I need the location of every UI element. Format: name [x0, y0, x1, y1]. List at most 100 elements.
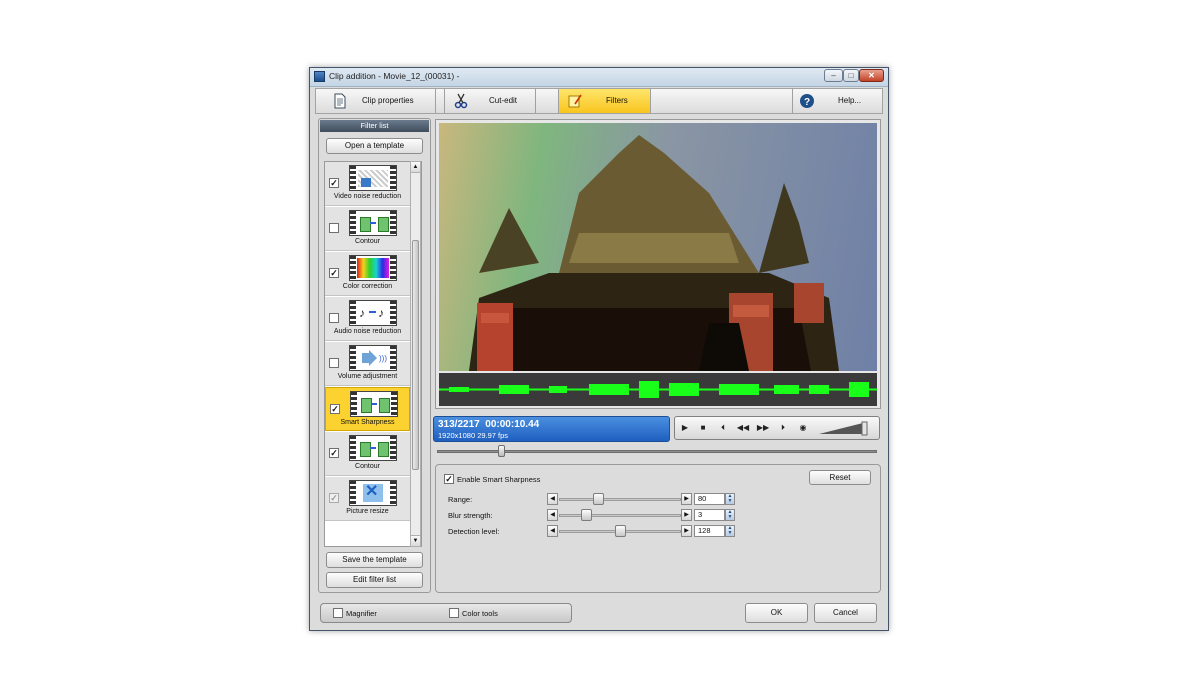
slider-left-icon[interactable]: ◀: [547, 509, 558, 521]
bottom-tools-bar: Magnifier Color tools: [320, 603, 572, 623]
video-frame-image: [469, 135, 839, 371]
filter-label: Contour: [355, 463, 380, 470]
scroll-down-icon[interactable]: ▼: [411, 535, 420, 546]
maximize-button[interactable]: □: [843, 69, 859, 82]
time-counter: 00:00:10.44: [485, 419, 540, 430]
slider-track[interactable]: [559, 498, 681, 501]
video-preview: [435, 119, 881, 409]
color-tools-checkbox[interactable]: [449, 608, 459, 618]
range-value-field[interactable]: 80: [694, 493, 725, 505]
tab-label: Cut-edit: [489, 96, 518, 105]
slider-right-icon[interactable]: ▶: [681, 493, 692, 505]
filter-label: Contour: [355, 238, 380, 245]
slider-right-icon[interactable]: ▶: [681, 509, 692, 521]
filter-list-panel: Filter list Open a template ✓ Video nois…: [318, 118, 431, 593]
volume-slider[interactable]: [817, 421, 877, 436]
tab-label: Filters: [606, 96, 628, 105]
enable-label: Enable Smart Sharpness: [457, 475, 541, 484]
filter-item-smart-sharpness[interactable]: ✓ Smart Sharpness: [325, 387, 410, 431]
cancel-button[interactable]: Cancel: [814, 603, 877, 623]
video-frame[interactable]: [439, 123, 877, 371]
edit-filter-list-button[interactable]: Edit filter list: [326, 572, 423, 588]
document-icon: [334, 93, 346, 109]
reset-button[interactable]: Reset: [809, 470, 871, 485]
prev-frame-icon[interactable]: ⏴: [715, 420, 731, 436]
slider-left-icon[interactable]: ◀: [547, 493, 558, 505]
slider-right-icon[interactable]: ▶: [681, 525, 692, 537]
filter-checkbox[interactable]: [329, 313, 339, 323]
stop-icon[interactable]: ■: [695, 420, 711, 436]
filters-icon: [568, 94, 582, 108]
slider-thumb[interactable]: [593, 493, 605, 505]
close-button[interactable]: ✕: [859, 69, 884, 82]
filter-label: Audio noise reduction: [333, 328, 402, 335]
filter-item-video-noise-reduction[interactable]: ✓ Video noise reduction: [325, 162, 410, 206]
main-tab-bar: Clip properties Cut-edit Filters ? Help.…: [315, 88, 883, 114]
filter-item-contour-2[interactable]: ✓ Contour: [325, 432, 410, 476]
filter-checkbox[interactable]: ✓: [330, 404, 340, 414]
filter-list-title: Filter list: [320, 120, 429, 132]
scroll-up-icon[interactable]: ▲: [411, 162, 420, 173]
blur-strength-value-field[interactable]: 3: [694, 509, 725, 521]
tab-label: Clip properties: [362, 96, 414, 105]
filter-label: Volume adjustment: [337, 373, 398, 380]
color-correction-icon: [349, 255, 397, 281]
scissors-icon: [454, 93, 468, 109]
tab-filters[interactable]: Filters: [558, 89, 651, 113]
param-row-detection-level: Detection level: ◀ ▶ 128 ▲ ▼: [448, 525, 738, 537]
minimize-button[interactable]: –: [824, 69, 843, 82]
audio-icon[interactable]: ◉: [795, 420, 811, 436]
tab-clip-properties[interactable]: Clip properties: [326, 89, 436, 113]
filter-item-picture-resize[interactable]: ✓ ✕ Picture resize: [325, 477, 410, 521]
filter-item-contour[interactable]: Contour: [325, 207, 410, 251]
filter-item-color-correction[interactable]: ✓ Color correction: [325, 252, 410, 296]
audio-waveform: [439, 373, 877, 406]
slider-thumb[interactable]: [614, 525, 626, 537]
title-bar[interactable]: Clip addition - Movie_12_(00031) - – □ ✕: [310, 68, 888, 87]
filter-item-volume-adjustment[interactable]: ))) Volume adjustment: [325, 342, 410, 386]
magnifier-label: Magnifier: [346, 609, 377, 618]
filter-checkbox[interactable]: [329, 223, 339, 233]
next-frame-icon[interactable]: ⏵: [775, 420, 791, 436]
save-template-button[interactable]: Save the template: [326, 552, 423, 568]
param-label: Detection level:: [448, 527, 500, 536]
slider-track[interactable]: [559, 514, 681, 517]
seek-thumb[interactable]: [498, 445, 506, 457]
contour-icon: [349, 435, 397, 461]
app-icon: [314, 71, 325, 82]
fast-forward-icon[interactable]: ▶▶: [755, 420, 771, 436]
play-icon[interactable]: ▶: [677, 420, 693, 436]
filter-item-audio-noise-reduction[interactable]: ♪ ♪ Audio noise reduction: [325, 297, 410, 341]
resize-icon: ✕: [349, 480, 397, 506]
spin-arrows-icon[interactable]: ▲ ▼: [725, 525, 735, 537]
help-icon: ?: [800, 94, 814, 108]
spin-arrows-icon[interactable]: ▲ ▼: [725, 493, 735, 505]
filter-list-scrollbar[interactable]: ▲ ▼: [410, 161, 421, 547]
slider-left-icon[interactable]: ◀: [547, 525, 558, 537]
filter-checkbox[interactable]: ✓: [329, 268, 339, 278]
enable-checkbox[interactable]: ✓: [444, 474, 454, 484]
tab-cut-edit[interactable]: Cut-edit: [444, 89, 536, 113]
filter-checkbox[interactable]: [329, 358, 339, 368]
tab-help[interactable]: ? Help...: [792, 89, 883, 113]
volume-icon: ))): [349, 345, 397, 371]
spin-arrows-icon[interactable]: ▲ ▼: [725, 509, 735, 521]
filter-checkbox[interactable]: ✓: [329, 178, 339, 188]
audio-noise-icon: ♪ ♪: [349, 300, 397, 326]
color-tools-label: Color tools: [462, 609, 498, 618]
filter-checkbox[interactable]: ✓: [329, 448, 339, 458]
svg-text:?: ?: [804, 97, 810, 108]
magnifier-checkbox[interactable]: [333, 608, 343, 618]
detection-level-value-field[interactable]: 128: [694, 525, 725, 537]
noise-reduction-icon: [349, 165, 397, 191]
open-template-button[interactable]: Open a template: [326, 138, 423, 154]
rewind-icon[interactable]: ◀◀: [735, 420, 751, 436]
frame-counter: 313/2217: [438, 419, 480, 430]
ok-button[interactable]: OK: [745, 603, 808, 623]
filter-label: Video noise reduction: [333, 193, 402, 200]
param-row-blur-strength: Blur strength: ◀ ▶ 3 ▲ ▼: [448, 509, 738, 521]
scroll-thumb[interactable]: [412, 240, 419, 470]
waveform-graphic: [439, 381, 877, 398]
slider-thumb[interactable]: [581, 509, 593, 521]
video-format: 1920x1080 29.97 fps: [438, 431, 509, 440]
